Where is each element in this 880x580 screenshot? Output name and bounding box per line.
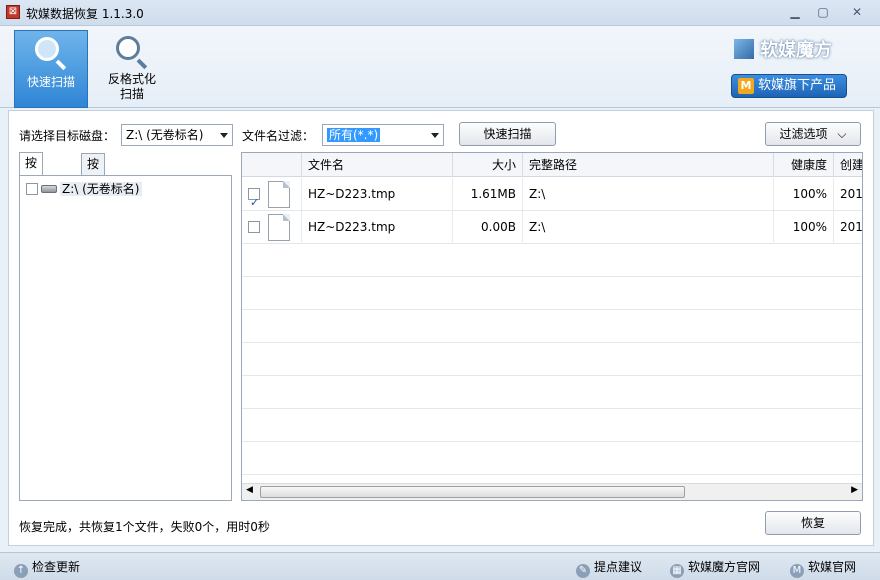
row-health: 100% [774,211,834,244]
format-scan-tool-button[interactable]: 反格式化扫描 [94,30,170,108]
check-update-label: 检查更新 [32,560,81,574]
row-size: 0.00B [453,211,523,244]
mofang-site-label: 软媒魔方官网 [688,560,761,574]
empty-row [242,343,862,376]
close-button[interactable]: ✕ [846,4,868,20]
chevron-down-icon [220,133,228,138]
empty-row [242,310,862,343]
ruanmei-site-label: 软媒官网 [808,560,857,574]
filter-label: 文件名过滤： [242,129,315,143]
title-bar: ⊠ 软媒数据恢复 1.1.3.0 ▁ ▢ ✕ [0,0,880,26]
quick-scan-tool-button[interactable]: 快速扫描 [14,30,88,108]
filter-options-label: 过滤选项 [779,127,828,141]
brand-text: 软媒魔方 [760,40,832,61]
disk-label: 请选择目标磁盘： [19,129,116,143]
row-checkbox[interactable] [248,186,260,211]
m-logo-icon: M [790,564,804,578]
header-select [242,153,302,177]
header-size[interactable]: 大小 [453,153,523,177]
drive-icon [41,185,57,193]
row-checkbox[interactable] [248,221,260,233]
file-icon [268,181,290,208]
row-path: Z:\ [523,211,774,244]
suggest-label: 提点建议 [594,560,643,574]
row-size: 1.61MB [453,178,523,211]
grid-icon: ▦ [670,564,684,578]
file-table: 文件名 大小 完整路径 健康度 创建 HZ~D223.tmp 1.61MB Z:… [241,152,863,501]
minimize-button[interactable]: ▁ [784,4,806,20]
scroll-right-icon[interactable]: ▶ [851,485,858,495]
flagship-label: 软媒旗下产品 [758,78,837,93]
quick-scan-tool-label: 快速扫描 [26,75,75,89]
scrollbar-thumb[interactable] [260,486,685,498]
brand-logo: 软媒魔方 [734,36,832,62]
tab-by-folder[interactable]: 按文件夹 [19,152,44,233]
empty-row [242,277,862,310]
empty-row [242,442,862,475]
window-title: 软媒数据恢复 1.1.3.0 [26,7,144,21]
header-name[interactable]: 文件名 [302,153,453,177]
cube-icon [734,39,754,59]
folder-tree: Z:\ (无卷标名) [19,175,232,501]
disk-select-value: Z:\ (无卷标名) [126,128,204,142]
ruanmei-site-link[interactable]: M 软媒官网 [790,558,856,578]
chevron-down-icon: ⌵ [837,127,847,141]
footer-bar: ↑ 检查更新 ✎ 提点建议 ▦ 软媒魔方官网 M 软媒官网 [0,552,880,580]
table-row[interactable]: HZ~D223.tmp 1.61MB Z:\ 100% 2018 [242,178,862,211]
status-text: 恢复完成，共恢复1个文件，失败0个，用时0秒 [19,520,270,534]
pen-icon: ✎ [576,564,590,578]
magnifier-icon [114,34,150,70]
app-icon: ⊠ [6,5,20,19]
row-select-cell [242,178,302,211]
magnifier-icon [33,35,69,71]
arrow-up-icon: ↑ [14,564,28,578]
table-header: 文件名 大小 完整路径 健康度 创建 [242,153,862,177]
header-path[interactable]: 完整路径 [523,153,774,177]
header-health[interactable]: 健康度 [774,153,834,177]
disk-select[interactable]: Z:\ (无卷标名) [121,124,233,146]
row-health: 100% [774,178,834,211]
horizontal-scrollbar[interactable]: ◀ ▶ [242,483,862,500]
ribbon: 快速扫描 反格式化扫描 软媒魔方 M 软媒旗下产品 [0,26,880,108]
tab-by-type[interactable]: 按类型 [81,153,106,213]
row-select-cell [242,211,302,244]
filter-select-value: 所有(*.*) [327,128,381,142]
table-row[interactable]: HZ~D223.tmp 0.00B Z:\ 100% 2018 [242,211,862,244]
restore-button[interactable]: 恢复 [765,511,861,535]
empty-row [242,409,862,442]
row-created: 2018 [834,211,862,244]
header-created[interactable]: 创建 [834,153,862,177]
row-path: Z:\ [523,178,774,211]
mofang-site-link[interactable]: ▦ 软媒魔方官网 [670,558,760,578]
flagship-products-button[interactable]: M 软媒旗下产品 [731,74,847,98]
format-scan-tool-label: 反格式化扫描 [107,72,156,101]
tree-item-label: Z:\ (无卷标名) [60,182,142,196]
empty-row [242,244,862,277]
m-logo-icon: M [738,78,754,94]
suggest-link[interactable]: ✎ 提点建议 [576,558,642,578]
maximize-button[interactable]: ▢ [812,4,834,20]
check-update-link[interactable]: ↑ 检查更新 [14,558,80,578]
file-icon [268,214,290,241]
row-name: HZ~D223.tmp [302,211,453,244]
row-name: HZ~D223.tmp [302,178,453,211]
empty-row [242,376,862,409]
quick-scan-button[interactable]: 快速扫描 [459,122,556,146]
scroll-left-icon[interactable]: ◀ [246,485,253,495]
filter-select[interactable]: 所有(*.*) [322,124,444,146]
tree-item-checkbox[interactable] [26,183,38,195]
filter-options-button[interactable]: 过滤选项 ⌵ [765,122,861,146]
tree-item-drive[interactable]: Z:\ (无卷标名) [26,180,142,198]
chevron-down-icon [431,133,439,138]
row-created: 2018 [834,178,862,211]
